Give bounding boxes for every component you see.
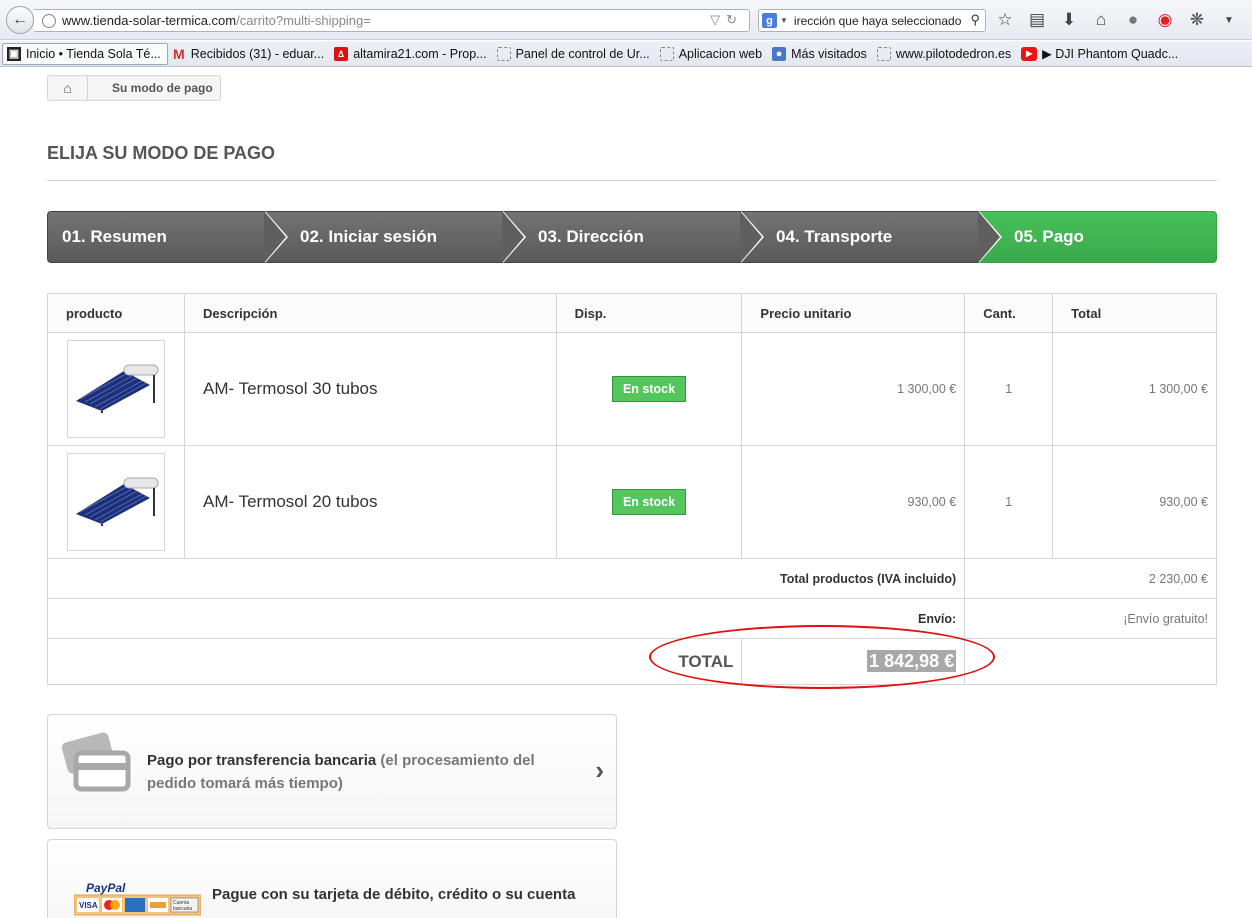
paypal-text: Pague con su tarjeta de débito, crédito … [212, 886, 576, 903]
bookmarks-bar: ▣ Inicio • Tienda Sola Té... M Recibidos (… [0, 41, 1252, 67]
shipping-value: ¡Envío gratuito! [964, 598, 1217, 639]
grand-total-row: TOTAL 1 842,98 € [46, 638, 1217, 685]
breadcrumb-current: Su modo de pago [112, 81, 213, 95]
blank-page-icon [659, 46, 674, 61]
column-header: Precio unitario [741, 293, 966, 333]
step-login[interactable]: 02. Iniciar sesión [264, 211, 526, 263]
browser-toolbar: ← www.tienda-solar-termica.com/carrito?m… [0, 0, 1252, 40]
quantity: 1 [964, 332, 1054, 446]
bookmark-item[interactable]: Aplicacion web [656, 43, 768, 65]
menu-chevron-icon[interactable]: ▼ [1218, 15, 1240, 26]
bookmark-item[interactable]: M Recibidos (31) - eduar... [168, 43, 330, 65]
home-icon[interactable]: ⌂ [48, 76, 88, 100]
search-text: irección que haya seleccionado. [793, 13, 962, 28]
youtube-icon: ▶ [1021, 46, 1038, 61]
bookmark-item[interactable]: www.pilotodedron.es [873, 43, 1017, 65]
step-shipping[interactable]: 04. Transporte [740, 211, 1002, 263]
svg-text:VISA: VISA [79, 901, 98, 910]
blank-page-icon [496, 46, 511, 61]
search-icon[interactable]: ⚲ [970, 12, 980, 28]
google-icon[interactable]: g [762, 13, 777, 28]
download-icon[interactable]: ⬇ [1058, 10, 1080, 30]
quantity: 1 [964, 445, 1054, 559]
extension-icon[interactable]: ● [1122, 10, 1144, 30]
search-engine-dropdown-icon[interactable]: ▼ [780, 16, 788, 25]
most-visited-icon: ● [772, 46, 787, 61]
table-header-row: producto Descripción Disp. Precio unitar… [47, 293, 1217, 333]
bug-extension-icon[interactable]: ❋ [1186, 10, 1208, 30]
annotation-circle [649, 625, 995, 689]
back-arrow-icon[interactable]: ← [6, 6, 34, 34]
reading-list-icon[interactable]: ▤ [1026, 10, 1048, 30]
total-label: TOTAL [46, 638, 743, 685]
url-bar[interactable]: www.tienda-solar-termica.com/carrito?mul… [34, 9, 750, 32]
unit-price: 930,00 € [741, 445, 966, 559]
paypal-logo: PayPal VISA Cuenta bancaria [73, 880, 202, 916]
step-summary[interactable]: 01. Resumen [47, 211, 288, 263]
bookmark-item[interactable]: ● Más visitados [768, 43, 873, 65]
column-header: producto [47, 293, 185, 333]
line-total: 1 300,00 € [1052, 332, 1217, 446]
url-path: /carrito?multi-shipping= [236, 13, 371, 28]
table-row: AM- Termosol 20 tubos En stock 930,00 € … [47, 445, 1217, 559]
breadcrumb: ⌂ Su modo de pago [47, 75, 221, 101]
total-products-row: Total productos (IVA incluido) 2 230,00 … [46, 558, 1217, 599]
bookmark-item[interactable]: Panel de control de Ur... [493, 43, 656, 65]
column-header: Total [1052, 293, 1217, 333]
table-row: AM- Termosol 30 tubos En stock 1 300,00 … [47, 332, 1217, 446]
home-icon[interactable]: ⌂ [1090, 10, 1112, 30]
paypal-payment-option[interactable]: PayPal VISA Cuenta bancaria Pague con su… [47, 839, 617, 918]
altamira-icon: ∆ [334, 46, 349, 61]
column-header: Cant. [964, 293, 1054, 333]
step-address[interactable]: 03. Dirección [502, 211, 764, 263]
checkout-steps: 01. Resumen 02. Iniciar sesión 03. Direc… [47, 211, 1217, 263]
bankwire-title: Pago por transferencia bancaria [147, 752, 377, 769]
svg-text:PayPal: PayPal [86, 881, 126, 895]
blank-page-icon [876, 46, 891, 61]
globe-icon [42, 13, 56, 28]
shipping-row: Envío: ¡Envío gratuito! [46, 598, 1217, 639]
stock-badge: En stock [611, 489, 687, 515]
star-icon[interactable]: ☆ [994, 10, 1016, 30]
svg-text:bancaria: bancaria [173, 906, 192, 912]
toolbar-icons: ☆ ▤ ⬇ ⌂ ● ◉ ❋ ▼ [994, 9, 1240, 31]
bankwire-payment-option[interactable]: Pago por transferencia bancaria (el proc… [47, 714, 617, 829]
product-image[interactable] [67, 340, 165, 438]
unit-price: 1 300,00 € [741, 332, 966, 446]
search-box[interactable]: g ▼ irección que haya seleccionado. ⚲ [758, 9, 986, 32]
column-header: Descripción [184, 293, 557, 333]
bookmark-item[interactable]: ▶ ▶ DJI Phantom Quadc... [1017, 43, 1184, 65]
cart-summary-table: producto Descripción Disp. Precio unitar… [46, 293, 1217, 685]
gmail-icon: M [172, 45, 185, 62]
product-name[interactable]: AM- Termosol 30 tubos [184, 332, 557, 446]
url-domain: www.tienda-solar-termica.com [62, 13, 237, 28]
block-extension-icon[interactable]: ◉ [1154, 10, 1176, 30]
line-total: 930,00 € [1052, 445, 1217, 559]
stock-badge: En stock [611, 376, 687, 402]
step-payment: 05. Pago [978, 211, 1217, 263]
page-title: ELIJA SU MODO DE PAGO [47, 143, 1217, 181]
bookmark-item[interactable]: ∆ altamira21.com - Prop... [330, 43, 492, 65]
bookmark-item[interactable]: ▣ Inicio • Tienda Sola Té... [2, 42, 168, 65]
product-name[interactable]: AM- Termosol 20 tubos [184, 445, 557, 559]
total-products-value: 2 230,00 € [964, 558, 1217, 599]
site-favicon-icon: ▣ [7, 46, 21, 61]
product-image[interactable] [67, 453, 165, 551]
chevron-right-icon: › [595, 755, 604, 785]
column-header: Disp. [555, 293, 743, 333]
url-dropdown-reload-icons[interactable]: ▽↻ [710, 12, 743, 28]
credit-card-icon [62, 732, 131, 792]
total-products-label: Total productos (IVA incluido) [46, 558, 966, 599]
